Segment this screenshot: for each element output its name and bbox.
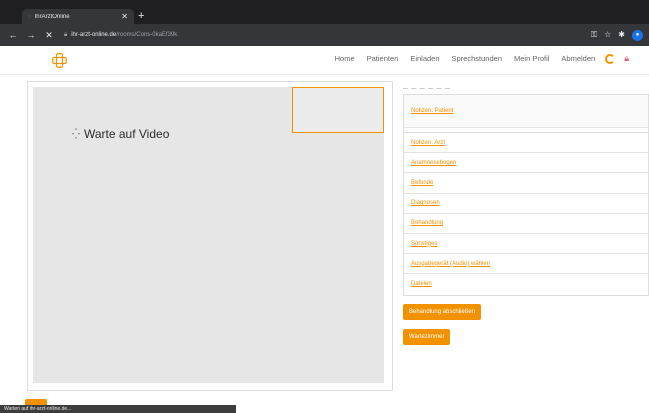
spinner-icon: ⁛	[72, 128, 80, 140]
section-notizen-patient[interactable]: Notizen: Patient	[404, 95, 648, 128]
section-link[interactable]: Ausgabegerät (Audio) wählen	[411, 261, 490, 267]
waiting-text: Warte auf Video	[83, 127, 170, 141]
lock-icon[interactable]: 🔒︎	[624, 53, 629, 64]
section-anamnesebogen[interactable]: Anamnesebogen	[404, 153, 648, 174]
new-tab-icon[interactable]: +	[138, 9, 144, 23]
section-link[interactable]: Dateien	[411, 281, 432, 287]
section-notizen-arzt[interactable]: Notizen: Arzt	[404, 133, 648, 154]
section-link[interactable]: Anamnesebogen	[411, 160, 456, 166]
back-arrow-icon[interactable]: ←	[8, 30, 18, 40]
stop-loading-icon[interactable]: ✕	[44, 30, 54, 40]
loading-spinner-icon	[605, 53, 616, 64]
lock-icon: 🔒︎	[64, 31, 68, 38]
section-link[interactable]: Sonstiges	[411, 241, 437, 247]
main-menu: Home Patienten Einladen Sprechstunden Me…	[323, 53, 629, 64]
nav-einladen[interactable]: Einladen	[410, 54, 439, 63]
sidebar-header: — — — — — —	[403, 86, 451, 92]
section-dateien[interactable]: Dateien	[404, 274, 648, 294]
finish-treatment-button[interactable]: Behandlung abschließen	[403, 304, 482, 320]
nav-sprechstunden[interactable]: Sprechstunden	[452, 54, 502, 63]
local-video-preview	[292, 87, 384, 133]
browser-address-bar: ← → ✕ 🔒︎ ihr-arzt-online.de /rooms/Cons-…	[0, 24, 649, 46]
section-audio-device[interactable]: Ausgabegerät (Audio) wählen	[404, 254, 648, 275]
nav-mein-profil[interactable]: Mein Profil	[514, 54, 549, 63]
close-tab-icon[interactable]: ✕	[121, 12, 128, 21]
section-behandlung[interactable]: Behandlung	[404, 214, 648, 234]
section-link[interactable]: Notizen: Arzt	[411, 140, 445, 146]
app-logo-icon[interactable]	[52, 53, 67, 68]
key-icon[interactable]: ⚿	[591, 29, 597, 41]
nav-home[interactable]: Home	[335, 54, 355, 63]
extension-icon[interactable]: ✱	[618, 29, 625, 41]
waiting-room-button[interactable]: Wartezimmer	[403, 329, 451, 345]
url-domain: ihr-arzt-online.de	[71, 32, 117, 38]
section-link[interactable]: Befunde	[411, 180, 433, 186]
section-link[interactable]: Behandlung	[411, 220, 443, 226]
sections-panel: Notizen: Arzt Anamnesebogen Befunde Diag…	[403, 132, 649, 296]
star-icon[interactable]: ☆	[604, 29, 611, 41]
nav-abmelden[interactable]: Abmelden	[561, 54, 595, 63]
section-diagnosen[interactable]: Diagnosen	[404, 194, 648, 214]
url-path: /rooms/Cons-0kaEf39k	[116, 32, 178, 38]
section-befunde[interactable]: Befunde	[404, 173, 648, 194]
profile-avatar-icon[interactable]: ●	[632, 29, 643, 41]
section-sonstiges[interactable]: Sonstiges	[404, 234, 648, 255]
forward-arrow-icon[interactable]: →	[26, 30, 36, 40]
browser-tab[interactable]: ◌ IhrArztOnline ✕	[22, 9, 134, 24]
section-link[interactable]: Notizen: Patient	[411, 108, 453, 114]
globe-icon: ◌	[28, 13, 32, 20]
browser-status-bar: Warten auf ihr-arzt-online.de...	[0, 405, 236, 413]
url-field[interactable]: 🔒︎ ihr-arzt-online.de /rooms/Cons-0kaEf3…	[64, 32, 177, 39]
section-link[interactable]: Diagnosen	[411, 200, 440, 206]
browser-tab-bar: ◌ IhrArztOnline ✕ +	[0, 0, 649, 24]
nav-patienten[interactable]: Patienten	[367, 54, 399, 63]
video-waiting-message: ⁛ Warte auf Video	[72, 127, 169, 141]
tab-title: IhrArztOnline	[34, 13, 70, 20]
